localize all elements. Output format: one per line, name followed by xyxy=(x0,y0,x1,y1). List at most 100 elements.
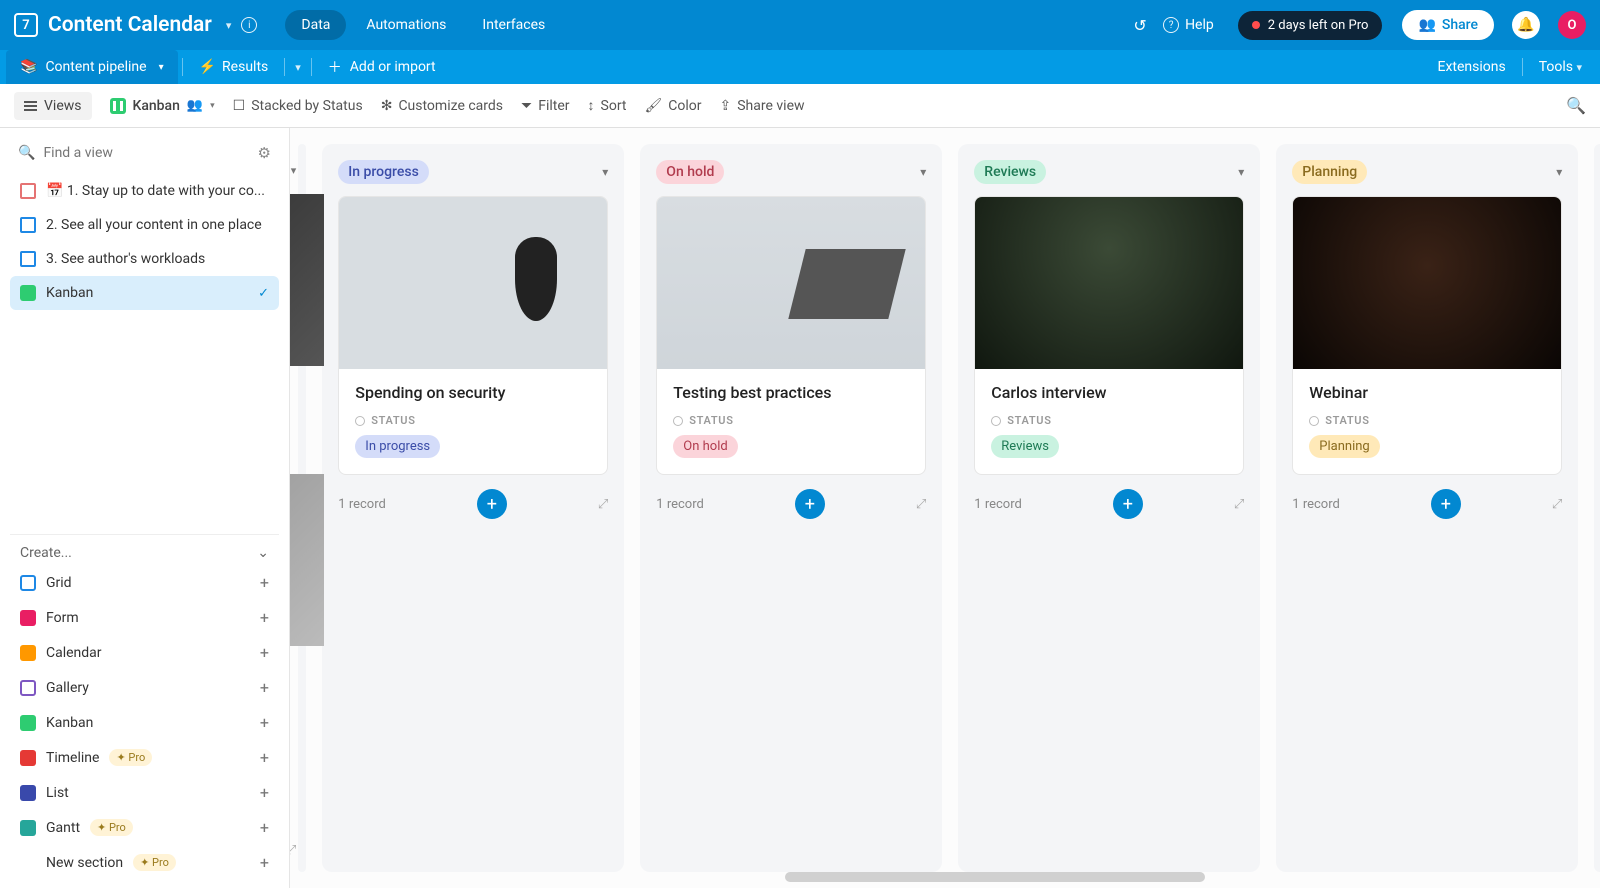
search-icon[interactable]: 🔍 xyxy=(1566,96,1586,115)
app-title[interactable]: Content Calendar xyxy=(48,13,212,37)
chevron-down-icon[interactable]: ▾ xyxy=(920,165,926,179)
kanban-card[interactable]: Testing best practicesSTATUSOn hold xyxy=(656,196,926,475)
record-count: 1 record xyxy=(1292,497,1340,512)
chevron-down-icon[interactable]: ▾ xyxy=(159,62,164,73)
kanban-icon xyxy=(110,98,126,114)
kanban-card[interactable]: Spending on securitySTATUSIn progress xyxy=(338,196,608,475)
help-icon: ? xyxy=(1163,17,1179,33)
color-button[interactable]: 🖌 Color xyxy=(644,98,701,114)
field-label: STATUS xyxy=(1309,414,1545,427)
nav-interfaces[interactable]: Interfaces xyxy=(466,10,561,40)
history-icon[interactable]: ↺ xyxy=(1131,16,1149,34)
create-header[interactable]: Create... ⌄ xyxy=(10,534,279,565)
find-view-row: 🔍 ⚙ xyxy=(10,138,279,168)
customize-cards-button[interactable]: ✻ Customize cards xyxy=(381,98,503,114)
tools-button[interactable]: Tools ▾ xyxy=(1539,59,1582,75)
trial-pill[interactable]: 2 days left on Pro xyxy=(1238,11,1383,40)
nav-data[interactable]: Data xyxy=(285,10,346,40)
sidebar-view-item[interactable]: 📅 1. Stay up to date with your co... xyxy=(10,174,279,208)
sort-button[interactable]: ↕ Sort xyxy=(588,97,627,114)
find-view-input[interactable] xyxy=(43,145,249,161)
add-card-button[interactable]: + xyxy=(1113,489,1143,519)
record-count: 1 record xyxy=(338,497,386,512)
extensions-button[interactable]: Extensions xyxy=(1437,59,1505,75)
kanban-card[interactable]: Carlos interviewSTATUSReviews xyxy=(974,196,1244,475)
chevron-down-icon: ⌄ xyxy=(257,545,269,561)
horizontal-scrollbar[interactable] xyxy=(785,872,1205,882)
card-body: Spending on securitySTATUSIn progress xyxy=(339,369,607,474)
views-button[interactable]: Views xyxy=(14,92,92,120)
results-button[interactable]: ⚡ Results xyxy=(187,59,281,75)
chevron-down-icon[interactable]: ▾ xyxy=(289,61,307,74)
create-list: Grid+Form+Calendar+Gallery+Kanban+Timeli… xyxy=(10,565,279,888)
sidebar-view-item[interactable]: 3. See author's workloads xyxy=(10,242,279,276)
help-button[interactable]: ? Help xyxy=(1163,17,1214,33)
chevron-down-icon[interactable]: ▾ xyxy=(1556,165,1562,179)
plus-icon[interactable]: + xyxy=(260,643,269,662)
chevron-down-icon[interactable]: ▾ xyxy=(210,101,215,111)
plus-icon[interactable]: + xyxy=(260,713,269,732)
create-gallery-item[interactable]: Gallery+ xyxy=(10,670,279,705)
collapse-icon[interactable]: ⤢ xyxy=(1234,497,1244,512)
card-image xyxy=(657,197,925,369)
status-pill[interactable]: Planning xyxy=(1292,160,1367,184)
new-section-item[interactable]: New section ✦ Pro + xyxy=(10,845,279,880)
chevron-down-icon[interactable]: ▾ xyxy=(602,165,608,179)
collapse-icon[interactable]: ⤢ xyxy=(1552,497,1562,512)
plus-icon[interactable]: + xyxy=(260,853,269,872)
column-footer: 1 record+⤢ xyxy=(656,489,926,519)
notifications-button[interactable]: 🔔 xyxy=(1512,11,1540,39)
add-or-import-button[interactable]: ＋ Add or import xyxy=(316,57,448,77)
stacked-by-button[interactable]: ☐ Stacked by Status xyxy=(233,98,363,114)
column-reviews: Reviews▾Carlos interviewSTATUSReviews1 r… xyxy=(958,144,1260,872)
create-form-item[interactable]: Form+ xyxy=(10,600,279,635)
share-button[interactable]: 👥 Share xyxy=(1402,10,1494,40)
status-pill[interactable]: Reviews xyxy=(974,160,1046,184)
plus-icon[interactable]: + xyxy=(260,573,269,592)
sidebar-view-item[interactable]: Kanban✓ xyxy=(10,276,279,310)
gear-icon[interactable]: ⚙ xyxy=(258,144,271,162)
column-header: In progress ▾ xyxy=(338,160,608,184)
add-card-button[interactable]: + xyxy=(795,489,825,519)
view-item-label: Kanban xyxy=(46,285,93,301)
collapse-icon[interactable]: ⤢ xyxy=(916,497,926,512)
current-view-button[interactable]: Kanban 👥 ▾ xyxy=(110,98,215,114)
status-pill[interactable]: In progress xyxy=(338,160,429,184)
collapse-icon[interactable]: ⤢ xyxy=(290,843,296,858)
share-view-button[interactable]: ⇪ Share view xyxy=(720,98,805,114)
collapse-icon[interactable]: ⤢ xyxy=(598,497,608,512)
field-label: STATUS xyxy=(991,414,1227,427)
add-card-button[interactable]: + xyxy=(1431,489,1461,519)
kanban-card[interactable]: Webinar STATUS Planning xyxy=(1292,196,1562,475)
info-icon[interactable]: i xyxy=(241,17,257,33)
chevron-down-icon[interactable]: ▾ xyxy=(1238,165,1244,179)
pro-badge: ✦ Pro xyxy=(133,854,176,871)
create-list-item[interactable]: List+ xyxy=(10,775,279,810)
plus-icon[interactable]: + xyxy=(260,608,269,627)
create-calendar-item[interactable]: Calendar+ xyxy=(10,635,279,670)
plus-icon[interactable]: + xyxy=(260,748,269,767)
card-title: Webinar xyxy=(1309,383,1545,402)
create-item-label: Kanban xyxy=(46,715,93,731)
plus-icon[interactable]: + xyxy=(260,818,269,837)
filter-button[interactable]: ⏷ Filter xyxy=(521,98,570,114)
create-timeline-item[interactable]: Timeline✦ Pro+ xyxy=(10,740,279,775)
avatar[interactable]: O xyxy=(1558,11,1586,39)
chevron-down-icon[interactable]: ▾ xyxy=(226,19,232,32)
create-kanban-item[interactable]: Kanban + xyxy=(10,705,279,740)
status-pill[interactable]: On hold xyxy=(656,160,724,184)
stack-icon: ☐ xyxy=(233,98,246,114)
new-section-label: New section xyxy=(46,855,123,871)
add-card-button[interactable]: + xyxy=(477,489,507,519)
plus-icon[interactable]: + xyxy=(260,783,269,802)
chevron-down-icon[interactable]: ▾ xyxy=(291,164,297,177)
cal-icon xyxy=(20,645,36,661)
nav-automations[interactable]: Automations xyxy=(350,10,462,40)
create-grid-item[interactable]: Grid+ xyxy=(10,565,279,600)
create-gantt-item[interactable]: Gantt✦ Pro+ xyxy=(10,810,279,845)
status-tag: Planning xyxy=(1309,435,1379,458)
plus-icon[interactable]: + xyxy=(260,678,269,697)
add-import-label: Add or import xyxy=(350,59,436,75)
table-tab-content-pipeline[interactable]: 📚 Content pipeline ▾ xyxy=(6,50,178,84)
sidebar-view-item[interactable]: 2. See all your content in one place xyxy=(10,208,279,242)
